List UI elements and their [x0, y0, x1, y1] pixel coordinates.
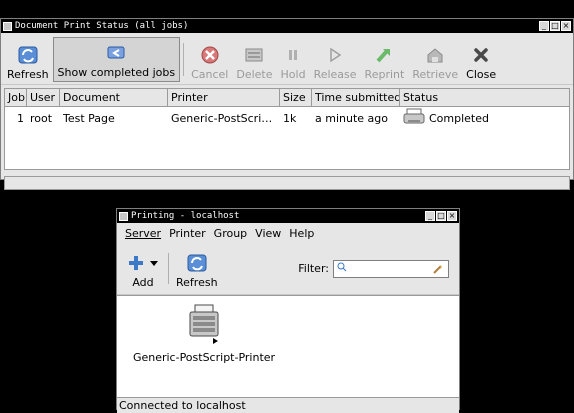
menu-group[interactable]: Group: [210, 227, 252, 240]
window-title: Document Print Status (all jobs): [15, 21, 189, 31]
job-size: 1k: [283, 111, 297, 125]
printer-status-icon: [403, 108, 425, 129]
menu-help[interactable]: Help: [285, 227, 318, 240]
column-header-user[interactable]: User: [27, 89, 60, 106]
add-button[interactable]: Add: [121, 245, 165, 292]
minimize-button[interactable]: _: [425, 211, 435, 221]
menu-server[interactable]: Server: [121, 227, 165, 240]
column-header-status[interactable]: Status: [400, 89, 569, 106]
job-printer: Generic-PostScri…: [171, 111, 273, 125]
cancel-icon: [198, 44, 222, 66]
delete-button[interactable]: Delete: [232, 35, 276, 84]
column-header-document[interactable]: Document: [60, 89, 168, 106]
print-status-window: Document Print Status (all jobs) _ □ × R…: [0, 18, 574, 190]
search-icon: [337, 262, 347, 275]
toolbar-separator: [183, 43, 185, 76]
reprint-icon: [372, 44, 396, 66]
job-time: a minute ago: [315, 111, 388, 125]
maximize-button[interactable]: □: [436, 211, 446, 221]
column-header-time[interactable]: Time submitted: [312, 89, 400, 106]
show-completed-jobs-button[interactable]: Show completed jobs: [52, 37, 181, 82]
refresh-icon: [185, 252, 209, 274]
cancel-button[interactable]: Cancel: [187, 35, 232, 84]
printing-toolbar: Add Refresh Filter:: [117, 243, 459, 295]
column-header-job[interactable]: Job: [5, 89, 27, 106]
filter-input[interactable]: [333, 259, 449, 278]
jobs-table[interactable]: Job User Document Printer Size Time subm…: [4, 88, 570, 170]
maximize-button[interactable]: □: [550, 21, 560, 31]
job-status: Completed: [400, 108, 569, 129]
close-window-button[interactable]: ×: [561, 21, 571, 31]
menu-printer[interactable]: Printer: [165, 227, 210, 240]
jobs-toolbar: Refresh Show completed jobs Cancel Delet…: [1, 33, 573, 85]
menubar: Server Printer Group View Help: [117, 223, 459, 243]
clear-filter-icon[interactable]: [432, 263, 444, 278]
refresh-button[interactable]: Refresh: [172, 245, 222, 292]
toolbar-separator: [168, 253, 169, 284]
window-title: Printing - localhost: [131, 211, 240, 221]
close-icon: [469, 44, 493, 66]
jobs-statusbar: [4, 176, 570, 190]
add-icon: [125, 252, 161, 274]
column-header-printer[interactable]: Printer: [168, 89, 280, 106]
minimize-button[interactable]: _: [539, 21, 549, 31]
close-button[interactable]: Close: [462, 35, 500, 84]
filter-group: Filter:: [222, 245, 455, 292]
filter-label: Filter:: [298, 262, 329, 275]
show-completed-icon: [104, 42, 128, 64]
printer-icon-view[interactable]: Generic-PostScript-Printer: [117, 295, 459, 397]
reprint-button[interactable]: Reprint: [361, 35, 409, 84]
retrieve-icon: [423, 44, 447, 66]
menu-view[interactable]: View: [251, 227, 285, 240]
refresh-icon: [16, 44, 40, 66]
printer-name: Generic-PostScript-Printer: [132, 351, 276, 364]
job-status-text: Completed: [429, 111, 489, 125]
column-header-size[interactable]: Size: [280, 89, 312, 106]
connection-status: Connected to localhost: [117, 397, 459, 413]
printing-titlebar[interactable]: Printing - localhost _ □ ×: [117, 209, 459, 223]
table-row[interactable]: 1 root Test Page Generic-PostScri… 1k a …: [5, 107, 569, 129]
hold-icon: [281, 44, 305, 66]
close-window-button[interactable]: ×: [447, 211, 457, 221]
job-id: 1: [17, 111, 24, 125]
printing-window: Printing - localhost _ □ × Server Printe…: [116, 208, 460, 413]
window-menu-icon[interactable]: [119, 211, 128, 221]
retrieve-button[interactable]: Retrieve: [408, 35, 462, 84]
window-menu-icon[interactable]: [3, 21, 12, 31]
job-user: root: [30, 111, 53, 125]
release-button[interactable]: Release: [310, 35, 361, 84]
printer-icon: [187, 304, 221, 347]
refresh-button[interactable]: Refresh: [3, 35, 53, 84]
delete-icon: [242, 44, 266, 66]
printer-item[interactable]: Generic-PostScript-Printer: [129, 304, 279, 364]
job-document: Test Page: [63, 111, 115, 125]
release-icon: [323, 44, 347, 66]
print-status-titlebar[interactable]: Document Print Status (all jobs) _ □ ×: [1, 19, 573, 33]
hold-button[interactable]: Hold: [277, 35, 310, 84]
table-header: Job User Document Printer Size Time subm…: [5, 89, 569, 107]
